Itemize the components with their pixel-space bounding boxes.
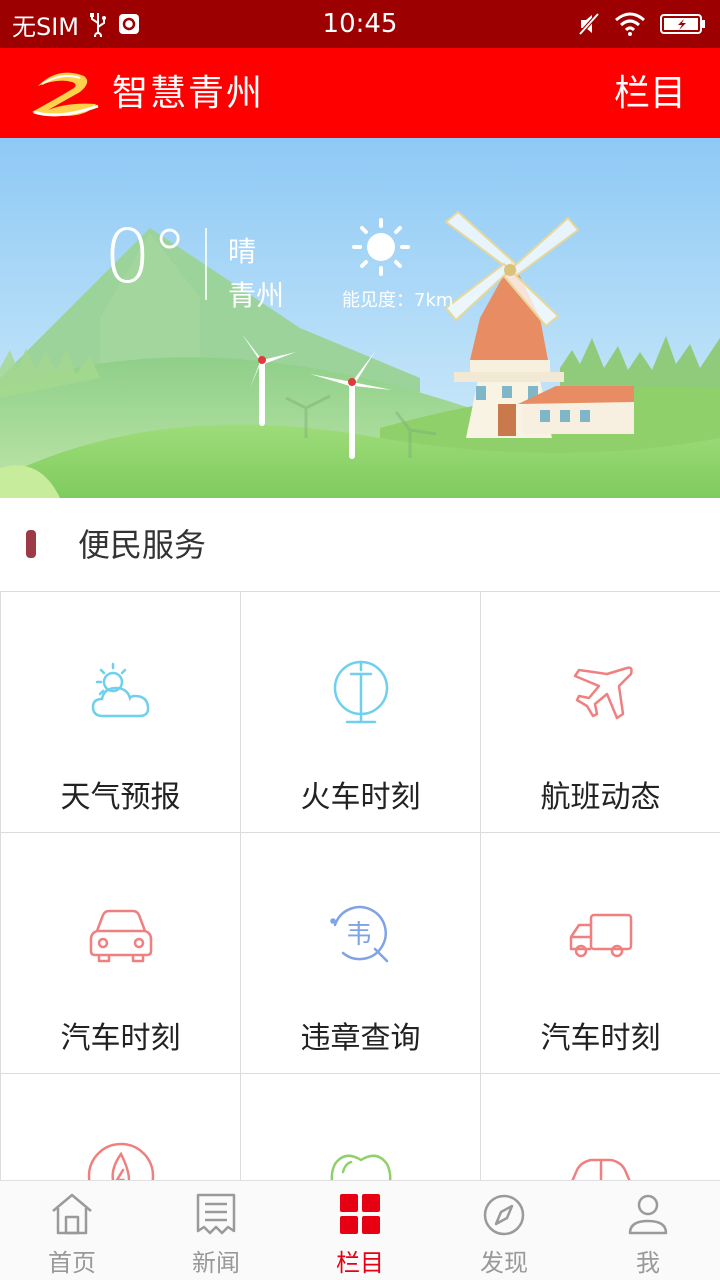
service-grid: 天气预报 火车时刻 航班动态 汽车时刻 韦 违章查询 汽车时刻	[0, 590, 720, 1180]
section-title: 便民服务	[78, 526, 207, 564]
status-right	[578, 0, 706, 48]
service-train[interactable]: 火车时刻	[240, 591, 481, 833]
violation-search-icon: 韦	[321, 895, 401, 975]
user-icon	[626, 1191, 670, 1237]
car-icon	[561, 1136, 641, 1180]
battery-icon	[660, 12, 706, 36]
app-root: 无SIM 10:45 智慧青州 栏目 0° 晴 青州 能见度：7km 便民服务 …	[0, 0, 720, 1280]
grid-icon	[338, 1191, 382, 1237]
service-coach[interactable]: 汽车时刻	[480, 832, 720, 1074]
temperature: 0°	[104, 214, 189, 300]
nav-discover[interactable]: 发现	[432, 1181, 576, 1280]
app-logo	[28, 64, 104, 122]
car-icon	[81, 895, 161, 975]
nav-news[interactable]: 新闻	[144, 1181, 288, 1280]
bottom-navigation: 首页 新闻 栏目 发现 我	[0, 1180, 720, 1280]
svg-text:韦: 韦	[346, 920, 372, 950]
section-header: 便民服务	[0, 498, 720, 590]
app-title: 智慧青州	[112, 73, 265, 114]
status-bar: 无SIM 10:45	[0, 0, 720, 48]
visibility: 能见度：7km	[342, 290, 454, 311]
news-icon	[194, 1191, 238, 1237]
service-label: 汽车时刻	[540, 1021, 661, 1056]
nav-label: 新闻	[192, 1249, 240, 1277]
service-bus[interactable]: 汽车时刻	[0, 832, 241, 1074]
weather-city: 青州	[228, 279, 285, 312]
mute-icon	[578, 12, 600, 36]
service-label: 汽车时刻	[60, 1021, 181, 1056]
temperature-divider	[205, 228, 207, 300]
service-label: 违章查询	[300, 1021, 421, 1056]
weather-illustration	[0, 138, 720, 498]
nav-label: 我	[636, 1249, 660, 1277]
nav-home[interactable]: 首页	[0, 1181, 144, 1280]
app-header: 智慧青州 栏目	[0, 48, 720, 138]
nav-me[interactable]: 我	[576, 1181, 720, 1280]
wifi-icon	[614, 12, 646, 36]
service-label: 火车时刻	[300, 780, 421, 815]
weather-banner[interactable]: 0° 晴 青州 能见度：7km	[0, 138, 720, 498]
service-violation[interactable]: 韦 违章查询	[240, 832, 481, 1074]
service-label: 天气预报	[60, 780, 181, 815]
service-flight[interactable]: 航班动态	[480, 591, 720, 833]
fire-icon	[81, 1136, 161, 1180]
apple-icon	[321, 1136, 401, 1180]
train-icon	[321, 654, 401, 734]
weather-condition: 晴	[228, 235, 257, 268]
service-label: 航班动态	[540, 780, 661, 815]
section-marker	[26, 530, 36, 558]
home-icon	[50, 1191, 94, 1237]
nav-label: 发现	[480, 1249, 528, 1277]
nav-label: 首页	[48, 1249, 96, 1277]
service-item-9[interactable]	[480, 1073, 720, 1180]
service-item-8[interactable]	[240, 1073, 481, 1180]
compass-icon	[482, 1191, 526, 1237]
weather-icon	[81, 654, 161, 734]
nav-columns[interactable]: 栏目	[288, 1181, 432, 1280]
service-item-7[interactable]	[0, 1073, 241, 1180]
airplane-icon	[561, 654, 641, 734]
columns-button[interactable]: 栏目	[614, 48, 686, 138]
truck-icon	[561, 895, 641, 975]
service-weather[interactable]: 天气预报	[0, 591, 241, 833]
nav-label: 栏目	[336, 1249, 384, 1277]
